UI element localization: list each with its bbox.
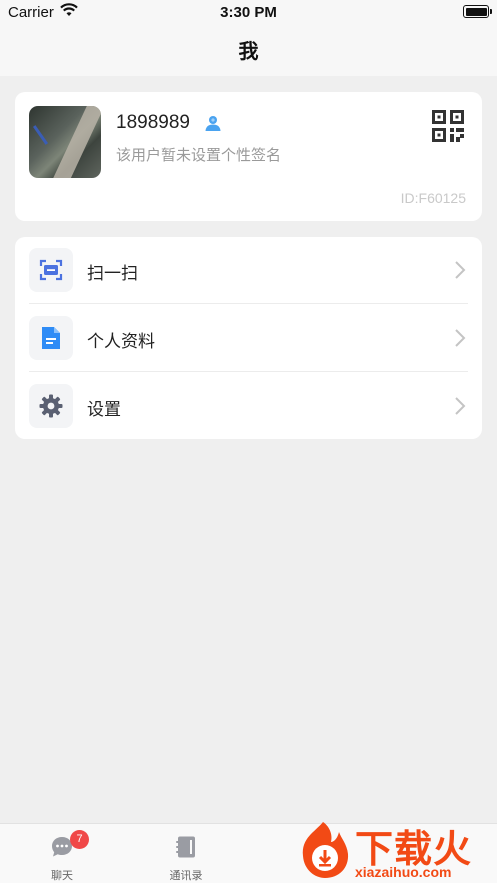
menu-item-profile[interactable]: 个人资料 [15,305,482,372]
qr-code-icon[interactable] [432,110,464,142]
menu-item-label: 扫一扫 [87,264,138,284]
tab-chat[interactable]: 7 聊天 [0,824,124,883]
chevron-right-icon [455,261,466,279]
menu-item-label: 个人资料 [87,332,155,352]
battery-icon [463,5,492,18]
menu-item-label: 设置 [87,400,121,420]
profile-card[interactable]: 1898989 该用户暂未设置个性签名 ID:F60125 [15,92,482,221]
status-time: 3:30 PM [220,4,277,21]
contacts-icon [176,836,195,858]
chevron-right-icon [455,397,466,415]
user-id: ID:F60125 [400,190,466,206]
signature-text: 该用户暂未设置个性签名 [116,146,282,164]
chevron-right-icon [455,329,466,347]
avatar[interactable] [29,106,101,178]
gear-icon [39,394,63,418]
scan-icon [39,259,63,281]
watermark: 下载火 xiazaihuo.com [293,816,497,883]
tab-label: 聊天 [51,869,73,882]
menu-list: 扫一扫 个人资料 设置 [15,237,482,439]
page-title: 我 [238,39,259,63]
username: 1898989 [116,112,190,133]
watermark-url: xiazaihuo.com [355,864,452,880]
status-bar: Carrier 3:30 PM [0,0,497,26]
document-icon [42,327,60,349]
menu-item-scan[interactable]: 扫一扫 [15,237,482,304]
tab-label: 通讯录 [169,869,203,882]
tab-contacts[interactable]: 通讯录 [124,824,248,883]
menu-item-settings[interactable]: 设置 [15,373,482,439]
user-icon [205,116,221,131]
navigation-bar: 我 [0,26,497,76]
flame-logo-icon [302,822,349,878]
unread-badge: 7 [70,830,89,849]
